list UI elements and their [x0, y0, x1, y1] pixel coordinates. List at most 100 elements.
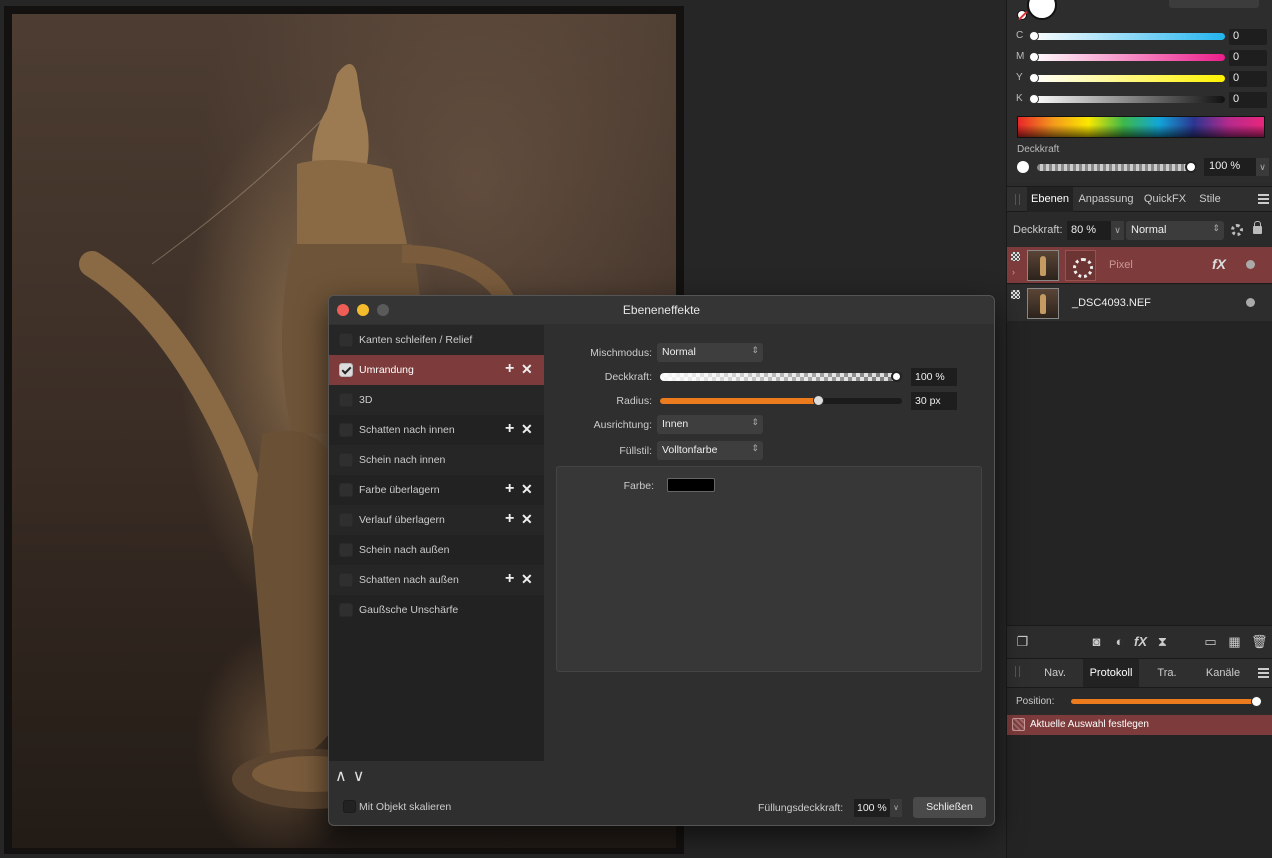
layer-opacity-input[interactable]: 80 %	[1067, 221, 1111, 240]
gear-icon[interactable]	[1231, 224, 1243, 236]
blend-mode-select[interactable]: Normal ⇕	[657, 343, 763, 362]
radius-slider[interactable]	[660, 398, 902, 404]
no-fill-icon[interactable]	[1017, 10, 1027, 20]
color-model-select[interactable]	[1169, 0, 1259, 8]
scale-with-object-checkbox[interactable]	[343, 800, 356, 813]
effect-opacity-knob[interactable]	[891, 371, 902, 382]
alignment-select[interactable]: Innen ⇕	[657, 415, 763, 434]
effect-checkbox[interactable]	[339, 393, 353, 407]
yellow-value[interactable]: 0	[1229, 71, 1267, 87]
add-effect-icon[interactable]: +	[505, 480, 514, 498]
layer-row-dsc[interactable]: _DSC4093.NEF	[1007, 285, 1272, 322]
cyan-slider[interactable]	[1031, 33, 1225, 40]
effect-checkbox[interactable]	[339, 543, 353, 557]
color-opacity-value[interactable]: 100 %	[1204, 158, 1256, 176]
black-slider[interactable]	[1031, 96, 1225, 103]
effect-checkbox[interactable]	[339, 453, 353, 467]
mask-icon[interactable]: ◙	[1089, 634, 1104, 649]
effect-row[interactable]: Schatten nach innen + ✕	[329, 415, 544, 445]
expand-arrow-icon[interactable]: ›	[1012, 267, 1015, 277]
effect-checkbox[interactable]	[339, 333, 353, 347]
layer-drag-handle-icon[interactable]	[1011, 252, 1020, 261]
effect-checkbox[interactable]	[339, 363, 353, 377]
tab-nav[interactable]: Nav.	[1035, 659, 1075, 687]
add-effect-icon[interactable]: +	[505, 570, 514, 588]
new-layer-icon[interactable]: ▦	[1227, 634, 1242, 649]
yellow-slider-knob[interactable]	[1029, 73, 1039, 83]
effect-row[interactable]: Schatten nach außen + ✕	[329, 565, 544, 595]
live-filter-icon[interactable]: ⧗	[1155, 634, 1170, 649]
fx-icon[interactable]: fX	[1212, 256, 1226, 272]
adjustment-icon[interactable]: ◐	[1112, 634, 1127, 649]
effect-row[interactable]: Schein nach außen	[329, 535, 544, 565]
effect-row[interactable]: Farbe überlagern + ✕	[329, 475, 544, 505]
panel-grip-icon[interactable]	[1015, 194, 1020, 205]
remove-effect-icon[interactable]: ✕	[521, 361, 533, 378]
visibility-dot-icon[interactable]	[1246, 260, 1255, 269]
effect-row[interactable]: Umrandung + ✕	[329, 355, 544, 385]
effect-checkbox[interactable]	[339, 483, 353, 497]
effect-row[interactable]: Kanten schleifen / Relief	[329, 325, 544, 355]
tab-kanaele[interactable]: Kanäle	[1195, 659, 1251, 687]
effect-checkbox[interactable]	[339, 423, 353, 437]
effect-checkbox[interactable]	[339, 513, 353, 527]
layer-stack-icon[interactable]: ❐	[1015, 634, 1030, 649]
remove-effect-icon[interactable]: ✕	[521, 571, 533, 588]
move-down-icon[interactable]: ∨	[353, 768, 365, 785]
effect-row[interactable]: Schein nach innen	[329, 445, 544, 475]
cyan-value[interactable]: 0	[1229, 29, 1267, 45]
layer-blend-mode-select[interactable]: Normal ⇕	[1126, 221, 1224, 240]
history-item[interactable]: Aktuelle Auswahl festlegen	[1007, 715, 1272, 735]
color-spectrum[interactable]	[1017, 116, 1265, 138]
color-opacity-slider[interactable]	[1037, 164, 1197, 171]
stroke-color-swatch[interactable]	[667, 478, 715, 492]
effect-row[interactable]: Gaußsche Unschärfe	[329, 595, 544, 625]
history-position-knob[interactable]	[1251, 696, 1262, 707]
black-value[interactable]: 0	[1229, 92, 1267, 108]
fx-icon[interactable]: fX	[1133, 634, 1148, 649]
tab-protokoll[interactable]: Protokoll	[1083, 659, 1139, 687]
remove-effect-icon[interactable]: ✕	[521, 421, 533, 438]
visibility-dot-icon[interactable]	[1246, 298, 1255, 307]
remove-effect-icon[interactable]: ✕	[521, 511, 533, 528]
add-effect-icon[interactable]: +	[505, 420, 514, 438]
tab-quickfx[interactable]: QuickFX	[1139, 187, 1191, 212]
magenta-value[interactable]: 0	[1229, 50, 1267, 66]
folder-icon[interactable]: ▭	[1203, 634, 1218, 649]
history-position-slider[interactable]	[1071, 699, 1258, 704]
magenta-slider-knob[interactable]	[1029, 52, 1039, 62]
chevron-down-icon[interactable]: ∨	[1256, 158, 1269, 176]
remove-effect-icon[interactable]: ✕	[521, 481, 533, 498]
dialog-titlebar[interactable]: Ebeneneffekte	[329, 296, 994, 324]
tab-stile[interactable]: Stile	[1193, 187, 1227, 212]
chevron-down-icon[interactable]: ∨	[1111, 221, 1124, 240]
tab-ebenen[interactable]: Ebenen	[1027, 187, 1073, 212]
chevron-down-icon[interactable]: ∨	[890, 799, 902, 817]
radius-slider-knob[interactable]	[813, 395, 824, 406]
effect-opacity-slider[interactable]	[660, 373, 898, 381]
fill-opacity-value[interactable]: 100 %	[854, 799, 890, 817]
layer-row-pixel[interactable]: › Pixel fX	[1007, 247, 1272, 284]
move-up-icon[interactable]: ∧	[335, 768, 347, 785]
close-button[interactable]: Schließen	[913, 797, 986, 818]
effect-checkbox[interactable]	[339, 603, 353, 617]
effect-opacity-value[interactable]: 100 %	[911, 368, 957, 386]
add-effect-icon[interactable]: +	[505, 510, 514, 528]
cyan-slider-knob[interactable]	[1029, 31, 1039, 41]
layer-drag-handle-icon[interactable]	[1011, 290, 1020, 299]
panel-grip-icon[interactable]	[1015, 666, 1020, 677]
lock-icon[interactable]	[1253, 221, 1262, 234]
panel-menu-icon[interactable]	[1258, 194, 1269, 204]
tab-anpassung[interactable]: Anpassung	[1075, 187, 1137, 212]
color-opacity-knob[interactable]	[1185, 161, 1197, 173]
radius-value[interactable]: 30 px	[911, 392, 957, 410]
panel-menu-icon[interactable]	[1258, 668, 1269, 678]
fill-style-select[interactable]: Volltonfarbe ⇕	[657, 441, 763, 460]
magenta-slider[interactable]	[1031, 54, 1225, 61]
tab-transform[interactable]: Tra.	[1147, 659, 1187, 687]
add-effect-icon[interactable]: +	[505, 360, 514, 378]
yellow-slider[interactable]	[1031, 75, 1225, 82]
effect-checkbox[interactable]	[339, 573, 353, 587]
black-slider-knob[interactable]	[1029, 94, 1039, 104]
effect-row[interactable]: Verlauf überlagern + ✕	[329, 505, 544, 535]
